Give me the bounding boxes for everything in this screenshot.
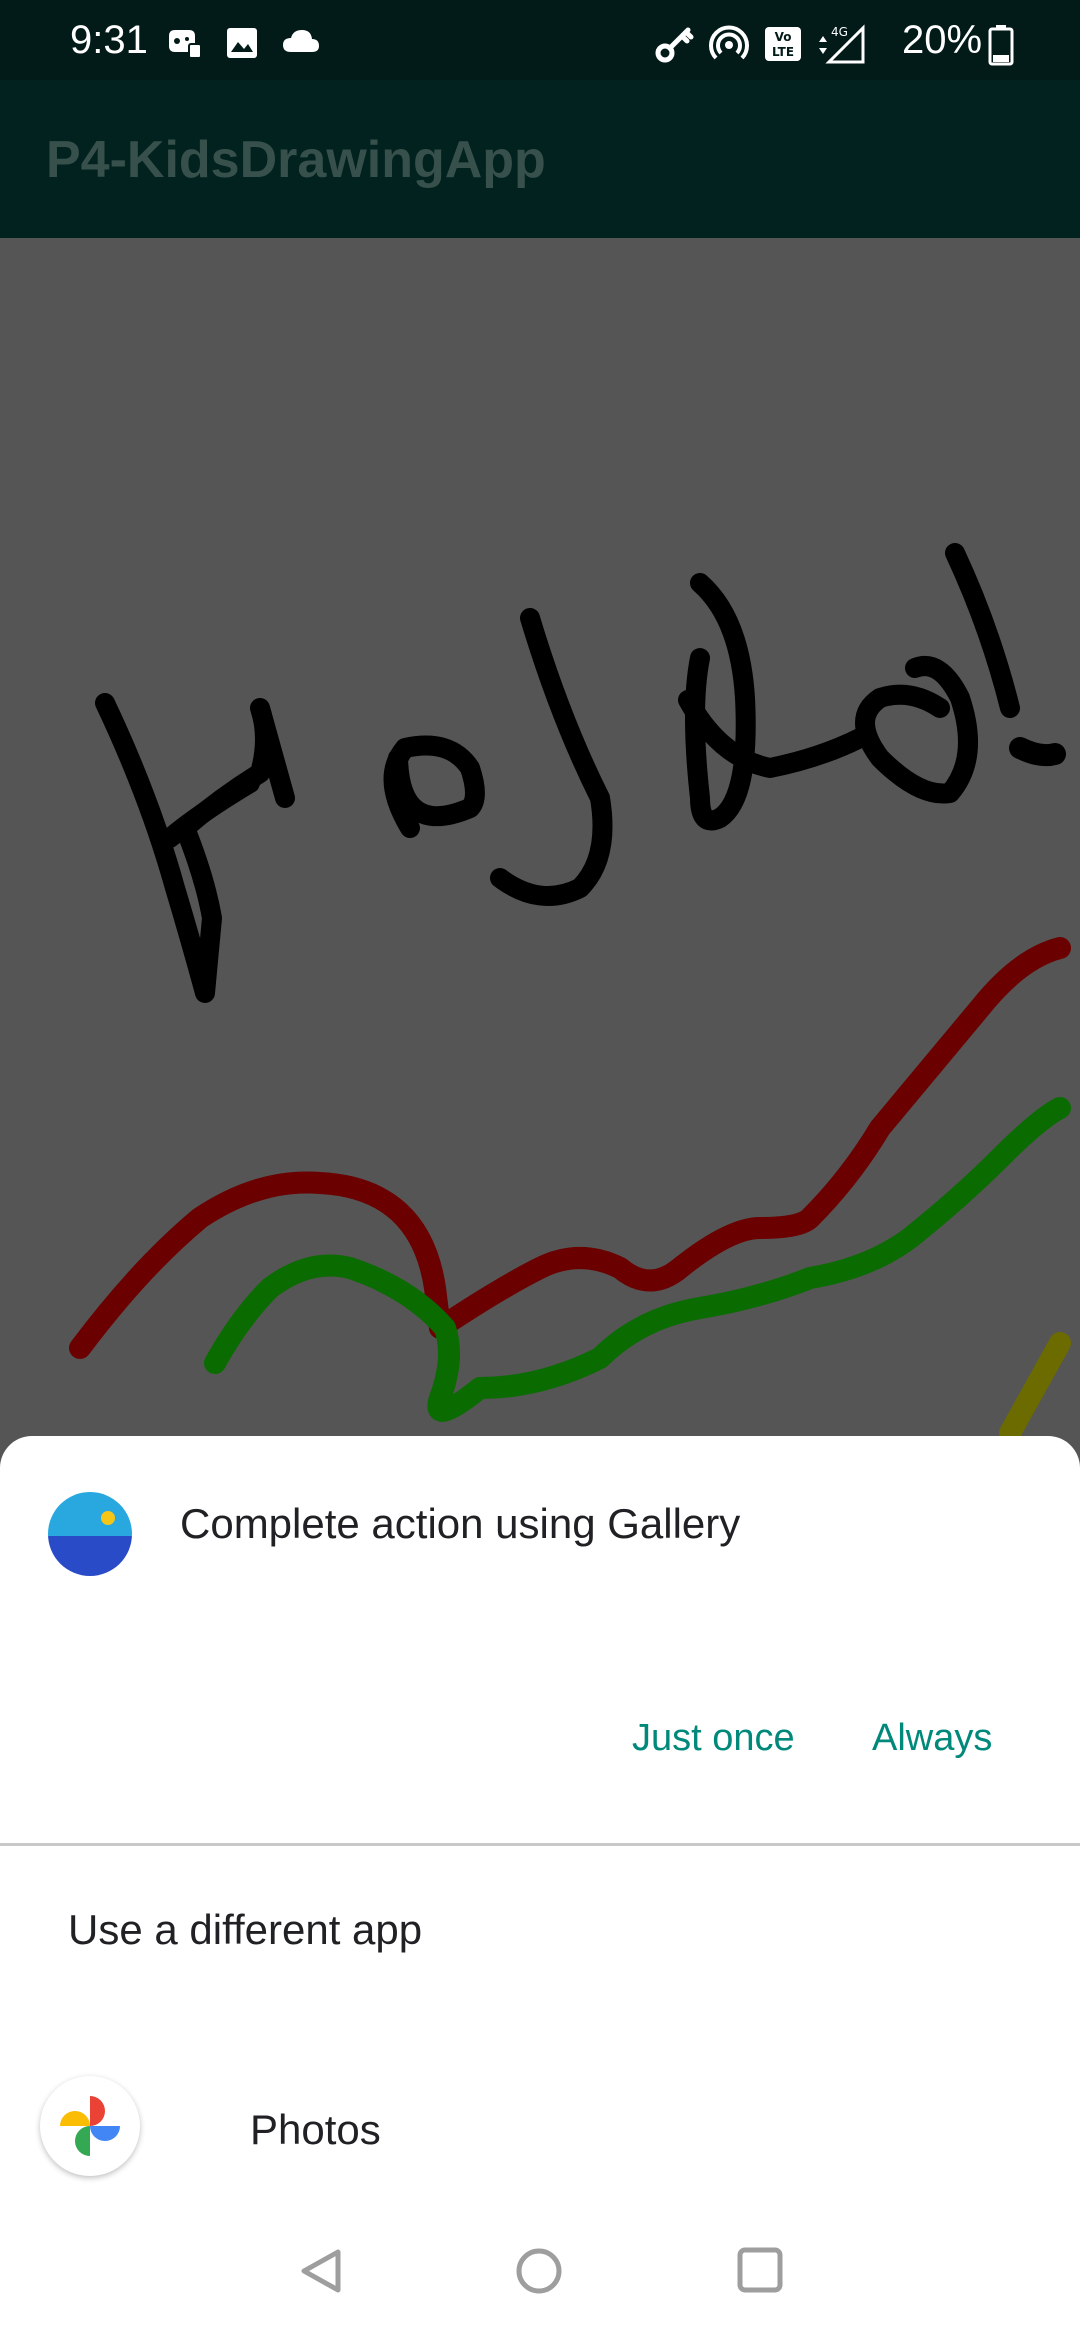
drawing-stroke-green [204, 1097, 1071, 1422]
drawing-stroke-black [95, 693, 295, 1003]
status-time: 9:31 [70, 18, 148, 62]
drawing-stroke-olive [999, 1332, 1071, 1438]
key-icon [655, 27, 694, 63]
dialog-title: Complete action using Gallery [180, 1500, 741, 1547]
always-button[interactable]: Always [872, 1714, 992, 1762]
signal-4g-icon: 4G [819, 24, 865, 64]
battery-percent: 20% [902, 18, 983, 62]
navigation-bar [0, 2200, 1080, 2340]
drawing-strokes [69, 543, 1071, 1438]
svg-text:4G: 4G [831, 25, 848, 39]
battery-icon [988, 25, 1014, 66]
drawing-canvas[interactable] [0, 238, 1080, 1438]
different-app-heading: Use a different app [68, 1906, 423, 1953]
notification-icons [165, 26, 321, 62]
game-controller-icon [169, 30, 202, 59]
status-bar: 9:31 Vo LTE 4G 20% [0, 0, 1080, 80]
just-once-button[interactable]: Just once [632, 1714, 795, 1762]
volte-icon: Vo LTE [765, 27, 801, 61]
app-option-photos[interactable]: Photos [0, 2056, 1080, 2196]
svg-text:Vo: Vo [775, 30, 792, 44]
gallery-app-icon [48, 1492, 132, 1576]
back-icon[interactable] [296, 2246, 346, 2296]
app-title: P4-KidsDrawingApp [46, 131, 546, 189]
image-icon [227, 28, 257, 58]
app-option-label: Photos [250, 2106, 381, 2153]
system-status-icons: Vo LTE 4G [655, 24, 867, 64]
divider [0, 1843, 1080, 1846]
drawing-stroke-red [69, 937, 1071, 1359]
app-bar: P4-KidsDrawingApp [0, 80, 1080, 238]
recents-icon[interactable] [736, 2246, 784, 2294]
google-photos-icon [40, 2076, 140, 2176]
screen: 9:31 Vo LTE 4G 20% P4-KidsDrawingApp Com… [0, 0, 1080, 2340]
svg-text:LTE: LTE [772, 45, 794, 59]
hotspot-icon [709, 25, 749, 60]
cloud-icon [283, 30, 319, 52]
home-icon[interactable] [514, 2246, 564, 2296]
